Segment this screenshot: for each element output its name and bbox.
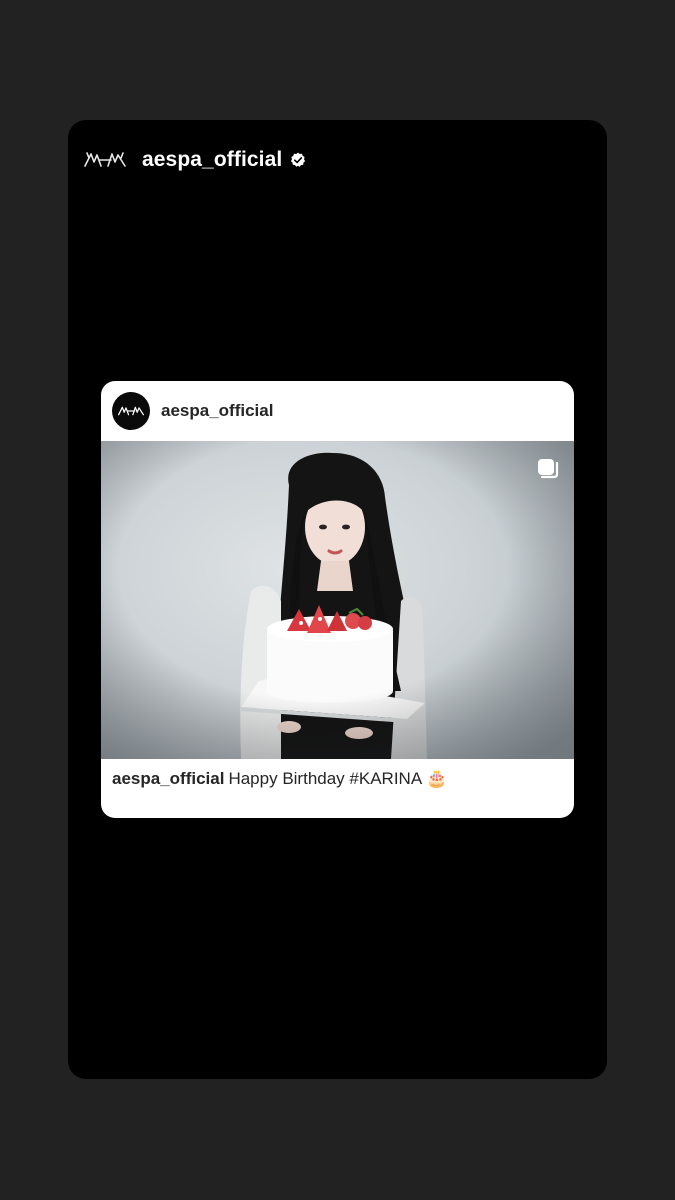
avatar[interactable] — [112, 392, 150, 430]
cake-emoji-icon: 🎂 — [426, 769, 448, 789]
post-username[interactable]: aespa_official — [161, 401, 273, 421]
verified-badge-icon — [291, 152, 306, 167]
post-header: aespa_official — [101, 381, 574, 441]
post-caption: aespa_official Happy Birthday #KARINA 🎂 — [112, 769, 447, 789]
story-header: aespa_official — [84, 144, 306, 176]
story-username[interactable]: aespa_official — [142, 148, 282, 172]
story-frame: aespa_official aespa_official aespa_offi… — [68, 120, 607, 1079]
caption-username[interactable]: aespa_official — [112, 769, 224, 788]
aespa-logo-icon — [118, 406, 144, 416]
shared-post-card[interactable]: aespa_official aespa_official Happy Birt… — [101, 381, 574, 818]
multiple-photos-icon — [538, 459, 559, 479]
caption-text: Happy Birthday #KARINA — [228, 769, 423, 788]
post-photo[interactable] — [101, 441, 574, 759]
birthday-photo-image — [101, 441, 574, 759]
aespa-logo-icon[interactable] — [84, 149, 126, 171]
